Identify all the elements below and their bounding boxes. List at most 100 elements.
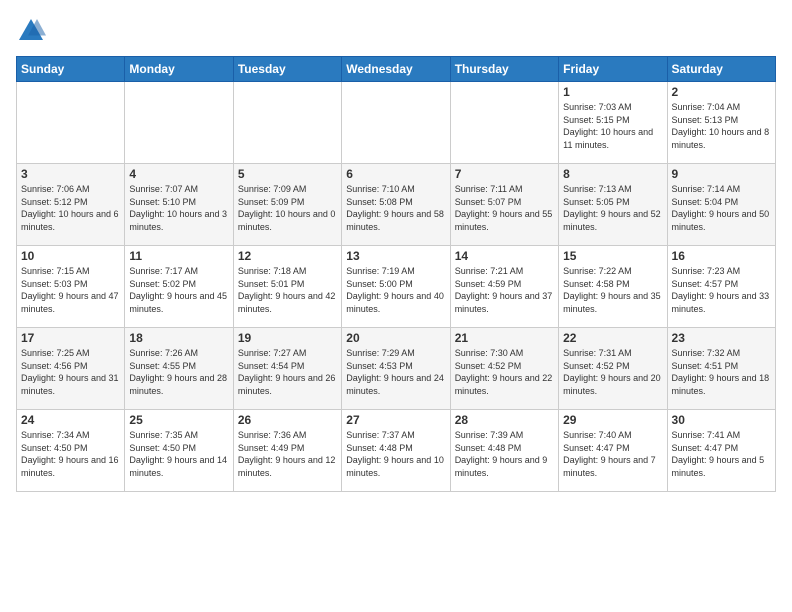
day-number: 13 bbox=[346, 249, 445, 263]
day-info: Sunrise: 7:06 AM Sunset: 5:12 PM Dayligh… bbox=[21, 183, 120, 233]
day-number: 5 bbox=[238, 167, 337, 181]
week-row-1: 1 Sunrise: 7:03 AM Sunset: 5:15 PM Daylig… bbox=[17, 82, 776, 164]
day-info: Sunrise: 7:32 AM Sunset: 4:51 PM Dayligh… bbox=[672, 347, 771, 397]
week-row-5: 24 Sunrise: 7:34 AM Sunset: 4:50 PM Dayli… bbox=[17, 410, 776, 492]
day-number: 1 bbox=[563, 85, 662, 99]
calendar-cell: 13 Sunrise: 7:19 AM Sunset: 5:00 PM Dayli… bbox=[342, 246, 450, 328]
day-number: 27 bbox=[346, 413, 445, 427]
day-number: 21 bbox=[455, 331, 554, 345]
day-info: Sunrise: 7:17 AM Sunset: 5:02 PM Dayligh… bbox=[129, 265, 228, 315]
calendar: SundayMondayTuesdayWednesdayThursdayFrid… bbox=[16, 56, 776, 492]
weekday-saturday: Saturday bbox=[667, 57, 775, 82]
day-number: 11 bbox=[129, 249, 228, 263]
day-number: 16 bbox=[672, 249, 771, 263]
day-number: 14 bbox=[455, 249, 554, 263]
calendar-cell: 12 Sunrise: 7:18 AM Sunset: 5:01 PM Dayli… bbox=[233, 246, 341, 328]
day-info: Sunrise: 7:18 AM Sunset: 5:01 PM Dayligh… bbox=[238, 265, 337, 315]
day-info: Sunrise: 7:31 AM Sunset: 4:52 PM Dayligh… bbox=[563, 347, 662, 397]
calendar-cell bbox=[450, 82, 558, 164]
calendar-cell: 14 Sunrise: 7:21 AM Sunset: 4:59 PM Dayli… bbox=[450, 246, 558, 328]
calendar-cell: 6 Sunrise: 7:10 AM Sunset: 5:08 PM Daylig… bbox=[342, 164, 450, 246]
calendar-cell: 10 Sunrise: 7:15 AM Sunset: 5:03 PM Dayli… bbox=[17, 246, 125, 328]
calendar-cell: 4Sunrise: 7:07 AM Sunset: 5:10 PM Daylig… bbox=[125, 164, 233, 246]
day-number: 18 bbox=[129, 331, 228, 345]
day-info: Sunrise: 7:21 AM Sunset: 4:59 PM Dayligh… bbox=[455, 265, 554, 315]
calendar-cell: 5 Sunrise: 7:09 AM Sunset: 5:09 PM Daylig… bbox=[233, 164, 341, 246]
weekday-tuesday: Tuesday bbox=[233, 57, 341, 82]
weekday-thursday: Thursday bbox=[450, 57, 558, 82]
calendar-cell: 3 Sunrise: 7:06 AM Sunset: 5:12 PM Daylig… bbox=[17, 164, 125, 246]
day-info: Sunrise: 7:39 AM Sunset: 4:48 PM Dayligh… bbox=[455, 429, 554, 479]
day-number: 7 bbox=[455, 167, 554, 181]
day-number: 9 bbox=[672, 167, 771, 181]
day-info: Sunrise: 7:26 AM Sunset: 4:55 PM Dayligh… bbox=[129, 347, 228, 397]
logo bbox=[16, 16, 50, 46]
calendar-cell: 24 Sunrise: 7:34 AM Sunset: 4:50 PM Dayli… bbox=[17, 410, 125, 492]
calendar-cell: 22 Sunrise: 7:31 AM Sunset: 4:52 PM Dayli… bbox=[559, 328, 667, 410]
day-info: Sunrise: 7:41 AM Sunset: 4:47 PM Dayligh… bbox=[672, 429, 771, 479]
day-number: 3 bbox=[21, 167, 120, 181]
day-info: Sunrise: 7:10 AM Sunset: 5:08 PM Dayligh… bbox=[346, 183, 445, 233]
day-info: Sunrise: 7:04 AM Sunset: 5:13 PM Dayligh… bbox=[672, 101, 771, 151]
weekday-sunday: Sunday bbox=[17, 57, 125, 82]
calendar-cell: 9Sunrise: 7:14 AM Sunset: 5:04 PM Daylig… bbox=[667, 164, 775, 246]
page: SundayMondayTuesdayWednesdayThursdayFrid… bbox=[0, 0, 792, 500]
calendar-cell: 16 Sunrise: 7:23 AM Sunset: 4:57 PM Dayli… bbox=[667, 246, 775, 328]
day-number: 30 bbox=[672, 413, 771, 427]
calendar-cell bbox=[125, 82, 233, 164]
calendar-cell: 21Sunrise: 7:30 AM Sunset: 4:52 PM Dayli… bbox=[450, 328, 558, 410]
day-info: Sunrise: 7:23 AM Sunset: 4:57 PM Dayligh… bbox=[672, 265, 771, 315]
calendar-cell: 17Sunrise: 7:25 AM Sunset: 4:56 PM Dayli… bbox=[17, 328, 125, 410]
day-info: Sunrise: 7:19 AM Sunset: 5:00 PM Dayligh… bbox=[346, 265, 445, 315]
weekday-monday: Monday bbox=[125, 57, 233, 82]
day-number: 4 bbox=[129, 167, 228, 181]
day-number: 8 bbox=[563, 167, 662, 181]
day-number: 19 bbox=[238, 331, 337, 345]
calendar-cell: 7 Sunrise: 7:11 AM Sunset: 5:07 PM Daylig… bbox=[450, 164, 558, 246]
weekday-friday: Friday bbox=[559, 57, 667, 82]
day-info: Sunrise: 7:13 AM Sunset: 5:05 PM Dayligh… bbox=[563, 183, 662, 233]
week-row-3: 10 Sunrise: 7:15 AM Sunset: 5:03 PM Dayli… bbox=[17, 246, 776, 328]
day-number: 12 bbox=[238, 249, 337, 263]
calendar-cell: 19 Sunrise: 7:27 AM Sunset: 4:54 PM Dayli… bbox=[233, 328, 341, 410]
day-number: 22 bbox=[563, 331, 662, 345]
day-number: 6 bbox=[346, 167, 445, 181]
calendar-cell bbox=[233, 82, 341, 164]
week-row-2: 3 Sunrise: 7:06 AM Sunset: 5:12 PM Daylig… bbox=[17, 164, 776, 246]
day-info: Sunrise: 7:11 AM Sunset: 5:07 PM Dayligh… bbox=[455, 183, 554, 233]
day-number: 24 bbox=[21, 413, 120, 427]
header bbox=[16, 16, 776, 46]
week-row-4: 17Sunrise: 7:25 AM Sunset: 4:56 PM Dayli… bbox=[17, 328, 776, 410]
calendar-cell bbox=[17, 82, 125, 164]
calendar-cell: 26Sunrise: 7:36 AM Sunset: 4:49 PM Dayli… bbox=[233, 410, 341, 492]
calendar-cell: 27 Sunrise: 7:37 AM Sunset: 4:48 PM Dayli… bbox=[342, 410, 450, 492]
day-number: 15 bbox=[563, 249, 662, 263]
day-number: 28 bbox=[455, 413, 554, 427]
day-number: 25 bbox=[129, 413, 228, 427]
calendar-cell: 20 Sunrise: 7:29 AM Sunset: 4:53 PM Dayli… bbox=[342, 328, 450, 410]
day-info: Sunrise: 7:09 AM Sunset: 5:09 PM Dayligh… bbox=[238, 183, 337, 233]
calendar-cell: 30 Sunrise: 7:41 AM Sunset: 4:47 PM Dayli… bbox=[667, 410, 775, 492]
calendar-cell: 15 Sunrise: 7:22 AM Sunset: 4:58 PM Dayli… bbox=[559, 246, 667, 328]
day-info: Sunrise: 7:27 AM Sunset: 4:54 PM Dayligh… bbox=[238, 347, 337, 397]
day-info: Sunrise: 7:34 AM Sunset: 4:50 PM Dayligh… bbox=[21, 429, 120, 479]
day-number: 2 bbox=[672, 85, 771, 99]
day-info: Sunrise: 7:15 AM Sunset: 5:03 PM Dayligh… bbox=[21, 265, 120, 315]
day-number: 20 bbox=[346, 331, 445, 345]
calendar-cell: 18 Sunrise: 7:26 AM Sunset: 4:55 PM Dayli… bbox=[125, 328, 233, 410]
calendar-cell: 8 Sunrise: 7:13 AM Sunset: 5:05 PM Daylig… bbox=[559, 164, 667, 246]
day-info: Sunrise: 7:36 AM Sunset: 4:49 PM Dayligh… bbox=[238, 429, 337, 479]
day-info: Sunrise: 7:37 AM Sunset: 4:48 PM Dayligh… bbox=[346, 429, 445, 479]
calendar-cell: 28 Sunrise: 7:39 AM Sunset: 4:48 PM Dayli… bbox=[450, 410, 558, 492]
day-info: Sunrise: 7:29 AM Sunset: 4:53 PM Dayligh… bbox=[346, 347, 445, 397]
logo-icon bbox=[16, 16, 46, 46]
day-number: 29 bbox=[563, 413, 662, 427]
calendar-cell: 2 Sunrise: 7:04 AM Sunset: 5:13 PM Daylig… bbox=[667, 82, 775, 164]
calendar-cell: 29Sunrise: 7:40 AM Sunset: 4:47 PM Dayli… bbox=[559, 410, 667, 492]
day-info: Sunrise: 7:22 AM Sunset: 4:58 PM Dayligh… bbox=[563, 265, 662, 315]
weekday-header-row: SundayMondayTuesdayWednesdayThursdayFrid… bbox=[17, 57, 776, 82]
day-number: 10 bbox=[21, 249, 120, 263]
day-info: Sunrise: 7:03 AM Sunset: 5:15 PM Dayligh… bbox=[563, 101, 662, 151]
day-number: 23 bbox=[672, 331, 771, 345]
day-number: 17 bbox=[21, 331, 120, 345]
